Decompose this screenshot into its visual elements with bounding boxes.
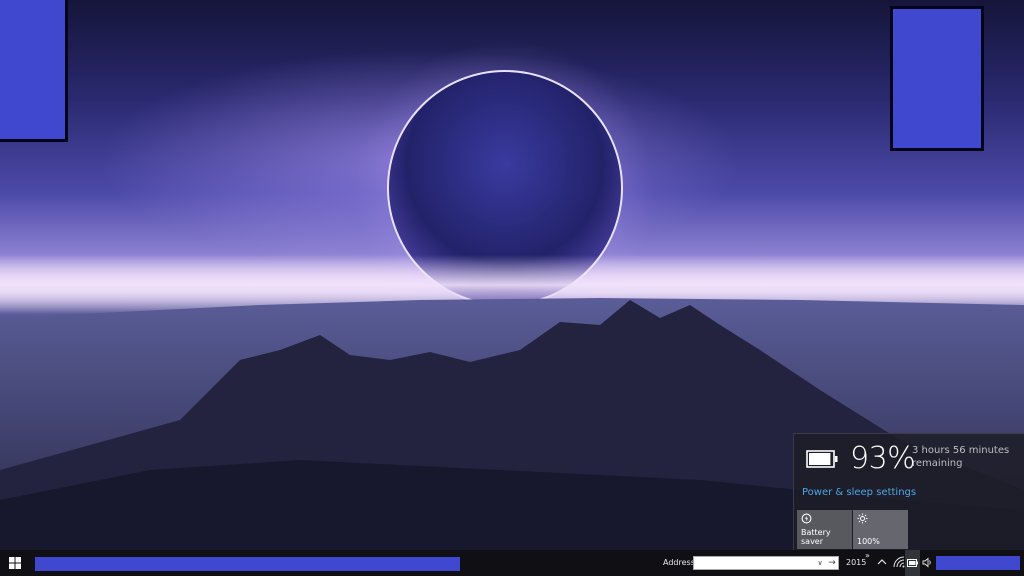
clock-redacted[interactable] <box>936 556 1020 570</box>
address-dropdown-icon[interactable]: ∨ <box>815 558 825 568</box>
network-icon[interactable] <box>893 556 905 568</box>
address-go-icon[interactable]: → <box>826 557 838 569</box>
taskbar-apps-redacted <box>35 557 460 571</box>
windows-logo-icon <box>9 557 21 569</box>
battery-time-remaining: 3 hours 56 minutes remaining <box>912 445 1010 469</box>
battery-percent: 93% <box>850 441 916 476</box>
redaction-block-left <box>0 0 68 142</box>
chevron-up-icon[interactable] <box>876 555 888 569</box>
brightness-icon <box>857 513 868 524</box>
battery-icon[interactable] <box>907 559 918 567</box>
battery-icon <box>806 450 838 468</box>
battery-flyout: 93% 3 hours 56 minutes remaining Power &… <box>793 433 1024 550</box>
toolbar-more-icon[interactable]: » <box>865 551 870 560</box>
address-toolbar-label: Address <box>663 558 695 567</box>
battery-saver-icon <box>801 513 812 524</box>
toolbar-text[interactable]: 2015 <box>846 558 866 567</box>
redaction-block-right <box>890 6 984 151</box>
battery-saver-tile[interactable]: Battery saver <box>797 510 852 549</box>
taskbar: Address ∨ → 2015 » <box>0 550 1024 576</box>
volume-icon[interactable] <box>922 557 933 568</box>
power-sleep-settings-link[interactable]: Power & sleep settings <box>802 487 916 498</box>
start-button[interactable] <box>0 550 30 576</box>
brightness-label: 100% <box>857 537 880 546</box>
brightness-tile[interactable]: 100% <box>853 510 908 549</box>
battery-saver-label: Battery saver <box>801 528 831 546</box>
